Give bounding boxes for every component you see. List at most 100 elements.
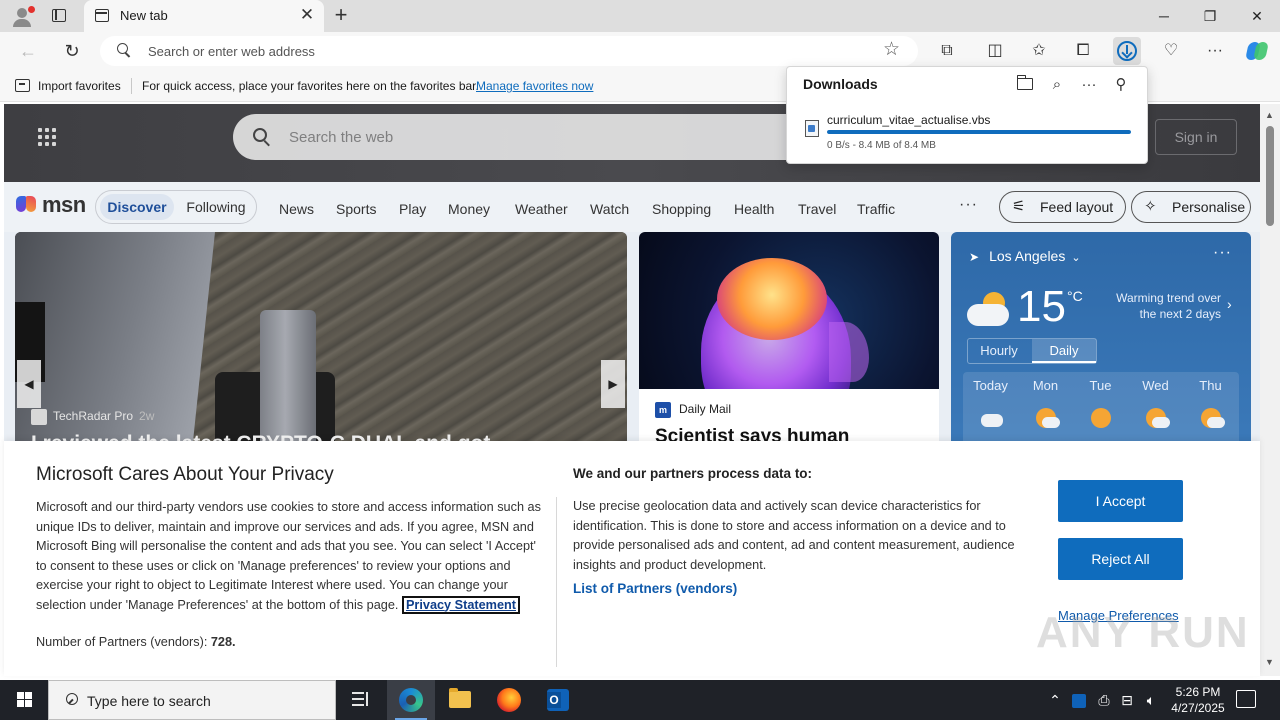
- nav-traffic[interactable]: Traffic: [857, 201, 895, 217]
- scrollbar-thumb[interactable]: [1266, 126, 1274, 226]
- weather-location[interactable]: ➤ Los Angeles ⌄: [969, 248, 1081, 264]
- tab-new-tab[interactable]: New tab ✕: [84, 0, 324, 32]
- nav-play[interactable]: Play: [399, 201, 426, 217]
- new-tab-favicon-icon: [95, 9, 109, 22]
- new-tab-plus-icon[interactable]: +: [330, 4, 352, 28]
- taskbar-search-input[interactable]: [87, 691, 327, 711]
- tray-chevron-up-icon[interactable]: ⌃: [1045, 680, 1065, 720]
- taskbar-file-explorer-icon[interactable]: [436, 680, 484, 720]
- collections-icon[interactable]: ⧠: [1069, 37, 1097, 65]
- search-icon: [117, 43, 131, 58]
- feed-layout-button[interactable]: ⚟ Feed layout: [999, 191, 1126, 223]
- nav-weather[interactable]: Weather: [515, 201, 568, 217]
- extensions-icon[interactable]: ⧉: [933, 37, 961, 65]
- more-options-icon[interactable]: ···: [1077, 73, 1101, 97]
- scroll-down-icon[interactable]: ▼: [1265, 657, 1274, 667]
- taskbar-edge-icon[interactable]: [387, 680, 435, 720]
- tab-daily[interactable]: Daily: [1032, 339, 1096, 363]
- restore-icon[interactable]: ❐: [1187, 0, 1233, 32]
- article-image: [639, 232, 939, 389]
- nav-travel[interactable]: Travel: [798, 201, 836, 217]
- close-tab-icon[interactable]: ✕: [298, 6, 316, 24]
- feed-layout-label: Feed layout: [1040, 199, 1114, 215]
- address-input[interactable]: [148, 41, 848, 61]
- chevron-down-icon: ⌄: [1071, 252, 1081, 264]
- search-downloads-icon[interactable]: ⌕: [1045, 73, 1069, 97]
- app-launcher-icon[interactable]: [38, 128, 58, 148]
- nav-money[interactable]: Money: [448, 201, 490, 217]
- notification-center-icon[interactable]: [1236, 690, 1256, 708]
- window-close-icon[interactable]: ✕: [1234, 0, 1280, 32]
- privacy-statement-link[interactable]: Privacy Statement: [401, 595, 520, 614]
- taskbar-outlook-icon[interactable]: [534, 680, 582, 720]
- download-status: 0 B/s - 8.4 MB of 8.4 MB: [827, 140, 936, 151]
- open-folder-icon[interactable]: [1013, 73, 1037, 97]
- partly-cloudy-icon: [965, 290, 1015, 330]
- refresh-icon[interactable]: ↻: [57, 36, 87, 66]
- tab-following[interactable]: Following: [178, 194, 254, 220]
- sliders-icon: ⚟: [1012, 198, 1026, 215]
- nav-more-icon[interactable]: ···: [959, 196, 978, 214]
- pin-icon[interactable]: ⚲: [1109, 73, 1133, 97]
- chevron-right-icon[interactable]: ›: [1227, 296, 1232, 312]
- settings-more-icon[interactable]: ···: [1201, 37, 1229, 65]
- manage-favorites-link[interactable]: Manage favorites now: [476, 79, 593, 93]
- downloads-title: Downloads: [803, 76, 878, 92]
- tray-device-icon[interactable]: ⎙: [1093, 680, 1115, 720]
- browser-essentials-icon[interactable]: ♡: [1157, 37, 1185, 65]
- minimize-icon[interactable]: ─: [1141, 0, 1187, 32]
- tray-volume-icon[interactable]: 🔈︎: [1140, 680, 1162, 720]
- list-of-partners-link[interactable]: List of Partners (vendors): [573, 581, 737, 596]
- tray-outlook-icon[interactable]: [1068, 680, 1090, 720]
- profile-avatar-icon[interactable]: [8, 4, 36, 28]
- article-source: m Daily Mail: [655, 402, 731, 418]
- windows-start-icon[interactable]: [0, 680, 48, 720]
- nav-health[interactable]: Health: [734, 201, 774, 217]
- vertical-scrollbar[interactable]: ▲ ▼: [1260, 104, 1280, 676]
- nav-watch[interactable]: Watch: [590, 201, 629, 217]
- web-search-input[interactable]: [289, 127, 789, 147]
- carousel-prev-icon[interactable]: ◀: [17, 360, 41, 408]
- tray-network-icon[interactable]: ⊟: [1116, 680, 1138, 720]
- split-screen-icon[interactable]: ◫: [981, 37, 1009, 65]
- process-heading: We and our partners process data to:: [573, 466, 813, 481]
- msn-butterfly-icon: [16, 194, 38, 216]
- import-favorites-button[interactable]: Import favorites: [38, 79, 121, 93]
- task-view-icon[interactable]: [336, 680, 384, 720]
- msn-nav-bar: msn Discover Following News Sports Play …: [4, 182, 1260, 232]
- download-filename[interactable]: curriculum_vitae_actualise.vbs: [827, 113, 990, 127]
- nav-sports[interactable]: Sports: [336, 201, 376, 217]
- taskbar-clock[interactable]: 5:26 PM 4/27/2025: [1160, 684, 1236, 716]
- partly-sunny-icon: [1144, 408, 1170, 428]
- tab-actions-icon[interactable]: [48, 6, 70, 26]
- techradar-logo-icon: [31, 409, 47, 425]
- carousel-next-icon[interactable]: ▶: [601, 360, 625, 408]
- copilot-icon[interactable]: [1245, 40, 1269, 62]
- temperature-unit: °C: [1067, 288, 1083, 304]
- nav-news[interactable]: News: [279, 201, 314, 217]
- weather-more-icon[interactable]: ···: [1213, 244, 1232, 262]
- favorites-bar-message: For quick access, place your favorites h…: [142, 79, 479, 93]
- sign-in-button[interactable]: Sign in: [1155, 119, 1237, 155]
- back-arrow-icon[interactable]: ←: [13, 36, 43, 66]
- download-progress-bar: [827, 130, 1131, 134]
- taskbar-search-box[interactable]: [48, 680, 336, 720]
- accept-button[interactable]: I Accept: [1058, 480, 1183, 522]
- dailymail-logo-icon: m: [655, 402, 671, 418]
- personalise-button[interactable]: ✧ Personalise: [1131, 191, 1251, 223]
- import-favorites-icon[interactable]: [15, 79, 30, 92]
- favorite-star-icon[interactable]: ☆: [883, 40, 900, 60]
- tab-discover[interactable]: Discover: [100, 194, 174, 220]
- web-search-icon: [253, 128, 271, 147]
- downloads-icon[interactable]: [1113, 37, 1141, 65]
- address-bar[interactable]: ☆: [100, 36, 918, 66]
- taskbar-firefox-icon[interactable]: [485, 680, 533, 720]
- script-file-icon: [805, 120, 819, 137]
- favorites-icon[interactable]: ✩: [1025, 37, 1053, 65]
- reject-all-button[interactable]: Reject All: [1058, 538, 1183, 580]
- web-search-box[interactable]: [233, 114, 833, 160]
- tab-hourly[interactable]: Hourly: [968, 339, 1030, 363]
- scroll-up-icon[interactable]: ▲: [1265, 110, 1274, 120]
- nav-shopping[interactable]: Shopping: [652, 201, 711, 217]
- weather-trend[interactable]: Warming trend over the next 2 days: [1115, 290, 1221, 322]
